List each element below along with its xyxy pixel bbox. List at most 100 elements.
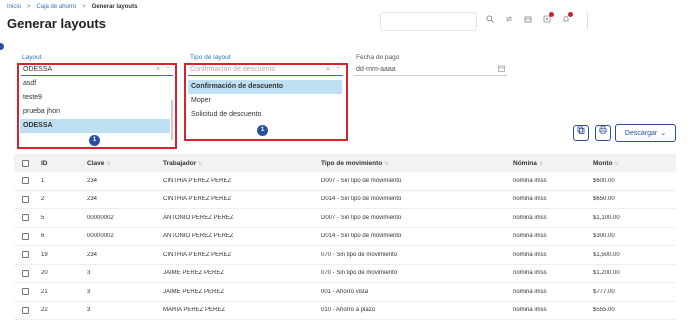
row-checkbox[interactable]: [22, 251, 29, 259]
cell-movimiento: D014 - Sin tipo de movimiento: [321, 196, 402, 203]
column-header-trabajador[interactable]: Trabajador ⇅: [163, 160, 321, 167]
calendar-icon[interactable]: [498, 65, 507, 74]
cell-clave: 3: [87, 270, 91, 277]
cell-id: 19: [41, 251, 48, 258]
cell-trabajador: MARIA PEREZ PEREZ: [163, 307, 226, 314]
refresh-icon[interactable]: [505, 15, 513, 23]
column-header-tipo-movimiento[interactable]: Tipo de movimiento ⇅: [321, 160, 513, 167]
cell-movimiento: 070 - Sin tipo de movimiento: [321, 251, 398, 258]
row-checkbox[interactable]: [22, 177, 29, 185]
cell-trabajador: ANTOÑIO PEREZ PEREZ: [163, 233, 234, 240]
cell-monto: $300.00: [593, 233, 615, 240]
cell-clave: 00000002: [87, 233, 114, 240]
cell-trabajador: CINTHIA P'EREZ PEREZ: [163, 251, 232, 258]
cell-movimiento: D014 - Sin tipo de movimiento: [321, 233, 402, 240]
cell-id: 20: [41, 270, 48, 277]
breadcrumb: Inicio > Caja de ahorro > Generar layout…: [7, 4, 137, 10]
table-row[interactable]: 19 234 CINTHIA P'EREZ PEREZ 070 - Sin ti…: [14, 246, 676, 265]
row-checkbox[interactable]: [22, 195, 29, 203]
cell-monto: $555.00: [593, 307, 615, 314]
download-button[interactable]: Descargar ⌄: [615, 124, 676, 142]
table-row[interactable]: 2 234 CINTHIA P'EREZ PEREZ D014 - Sin ti…: [14, 191, 676, 209]
row-checkbox[interactable]: [22, 269, 29, 277]
column-header-nomina[interactable]: Nómina ⇅: [513, 160, 593, 167]
cell-nomina: nomina imss: [513, 288, 547, 295]
print-icon: [599, 126, 607, 136]
column-header-id[interactable]: ID: [41, 160, 87, 167]
cell-id: 2: [41, 196, 45, 203]
notifications-icon[interactable]: [543, 12, 554, 23]
breadcrumb-separator: >: [82, 4, 86, 10]
movements-table: ID Clave ⇅ Trabajador ⇅ Tipo de movimiento…: [14, 154, 676, 320]
column-header-clave[interactable]: Clave ⇅: [87, 160, 163, 167]
cell-id: 21: [41, 288, 48, 295]
copy-icon: [577, 126, 585, 136]
table-row[interactable]: 22 3 MARIA PEREZ PEREZ 010 - Ahorro a pl…: [14, 302, 676, 320]
toolbar-divider: [587, 13, 588, 29]
tipo-layout-label: Tipo de layout: [190, 54, 231, 61]
breadcrumb-separator: >: [27, 4, 31, 10]
cell-movimiento: D007 - Sin tipo de movimiento: [321, 214, 402, 221]
copy-button[interactable]: [573, 125, 589, 141]
cell-clave: 00000002: [87, 214, 114, 221]
cell-nomina: nomina imss: [513, 214, 547, 221]
cell-clave: 234: [87, 251, 98, 258]
highlight-box-layout: [17, 63, 177, 149]
fecha-pago-label: Fecha de pago: [356, 54, 400, 61]
fecha-pago-input[interactable]: dd-mm-aaaa: [354, 63, 507, 76]
highlight-box-tipo-layout: [184, 63, 348, 141]
bell-icon[interactable]: [562, 12, 573, 23]
breadcrumb-inicio[interactable]: Inicio: [7, 4, 21, 10]
layout-label: Layout: [22, 54, 42, 61]
print-button[interactable]: [595, 125, 611, 141]
row-checkbox[interactable]: [22, 288, 29, 296]
cell-clave: 3: [87, 307, 91, 314]
notification-dot: [549, 12, 554, 17]
cell-movimiento: 010 - Ahorro a plazo: [321, 307, 376, 314]
fecha-pago-placeholder: dd-mm-aaaa: [356, 65, 396, 73]
sort-icon: ⇅: [538, 160, 544, 167]
chevron-down-icon: ⌄: [660, 130, 667, 137]
cell-movimiento: 070 - Sin tipo de movimiento: [321, 270, 398, 277]
cell-monto: $600.00: [593, 177, 615, 184]
cell-nomina: nomina imss: [513, 196, 547, 203]
sort-icon: ⇅: [106, 160, 111, 167]
table-row[interactable]: 5 00000002 ANTOÑIO PEREZ PEREZ D007 - Si…: [14, 209, 676, 228]
cell-clave: 3: [87, 288, 91, 295]
global-search-input[interactable]: [380, 12, 477, 31]
row-checkbox[interactable]: [22, 232, 29, 240]
sort-icon: ⇅: [614, 160, 619, 167]
tools-icon[interactable]: [524, 15, 532, 23]
cell-monto: $1,100.00: [593, 214, 620, 221]
cell-movimiento: 001 - Ahorro vista: [321, 288, 369, 295]
select-all-checkbox[interactable]: [22, 159, 29, 167]
search-icon[interactable]: [486, 15, 494, 23]
table-header: ID Clave ⇅ Trabajador ⇅ Tipo de movimiento…: [14, 154, 676, 172]
row-checkbox[interactable]: [22, 306, 29, 314]
table-row[interactable]: 20 3 JAIME PEREZ PEREZ 070 - Sin tipo de…: [14, 265, 676, 283]
sort-icon: ⇅: [198, 160, 203, 167]
table-row[interactable]: 1 234 CINTHIA P'EREZ PEREZ D007 - Sin ti…: [14, 172, 676, 191]
page-title: Generar layouts: [7, 16, 106, 31]
cell-monto: $777.00: [593, 288, 615, 295]
sort-icon: ⇅: [384, 160, 389, 167]
cell-trabajador: ANTOÑIO PEREZ PEREZ: [163, 214, 234, 221]
row-checkbox[interactable]: [22, 214, 29, 222]
cell-clave: 234: [87, 177, 98, 184]
download-button-label: Descargar: [624, 129, 658, 137]
table-row[interactable]: 6 00000002 ANTOÑIO PEREZ PEREZ D014 - Si…: [14, 228, 676, 246]
cell-trabajador: CINTHIA P'EREZ PEREZ: [163, 196, 232, 203]
table-row[interactable]: 21 3 JAIME PEREZ PEREZ 001 - Ahorro vist…: [14, 283, 676, 302]
cell-nomina: nomina imss: [513, 251, 547, 258]
cell-id: 1: [41, 177, 45, 184]
cell-nomina: nomina imss: [513, 270, 547, 277]
cell-nomina: nomina imss: [513, 177, 547, 184]
cell-monto: $1,200.00: [593, 270, 620, 277]
column-header-monto[interactable]: Monto ⇅: [593, 160, 673, 167]
sidebar-toggle-icon[interactable]: [0, 43, 4, 50]
toolbar: [486, 12, 573, 23]
cell-clave: 234: [87, 196, 98, 203]
cell-id: 5: [41, 214, 45, 221]
breadcrumb-caja-de-ahorro[interactable]: Caja de ahorro: [37, 4, 77, 10]
cell-id: 22: [41, 307, 48, 314]
